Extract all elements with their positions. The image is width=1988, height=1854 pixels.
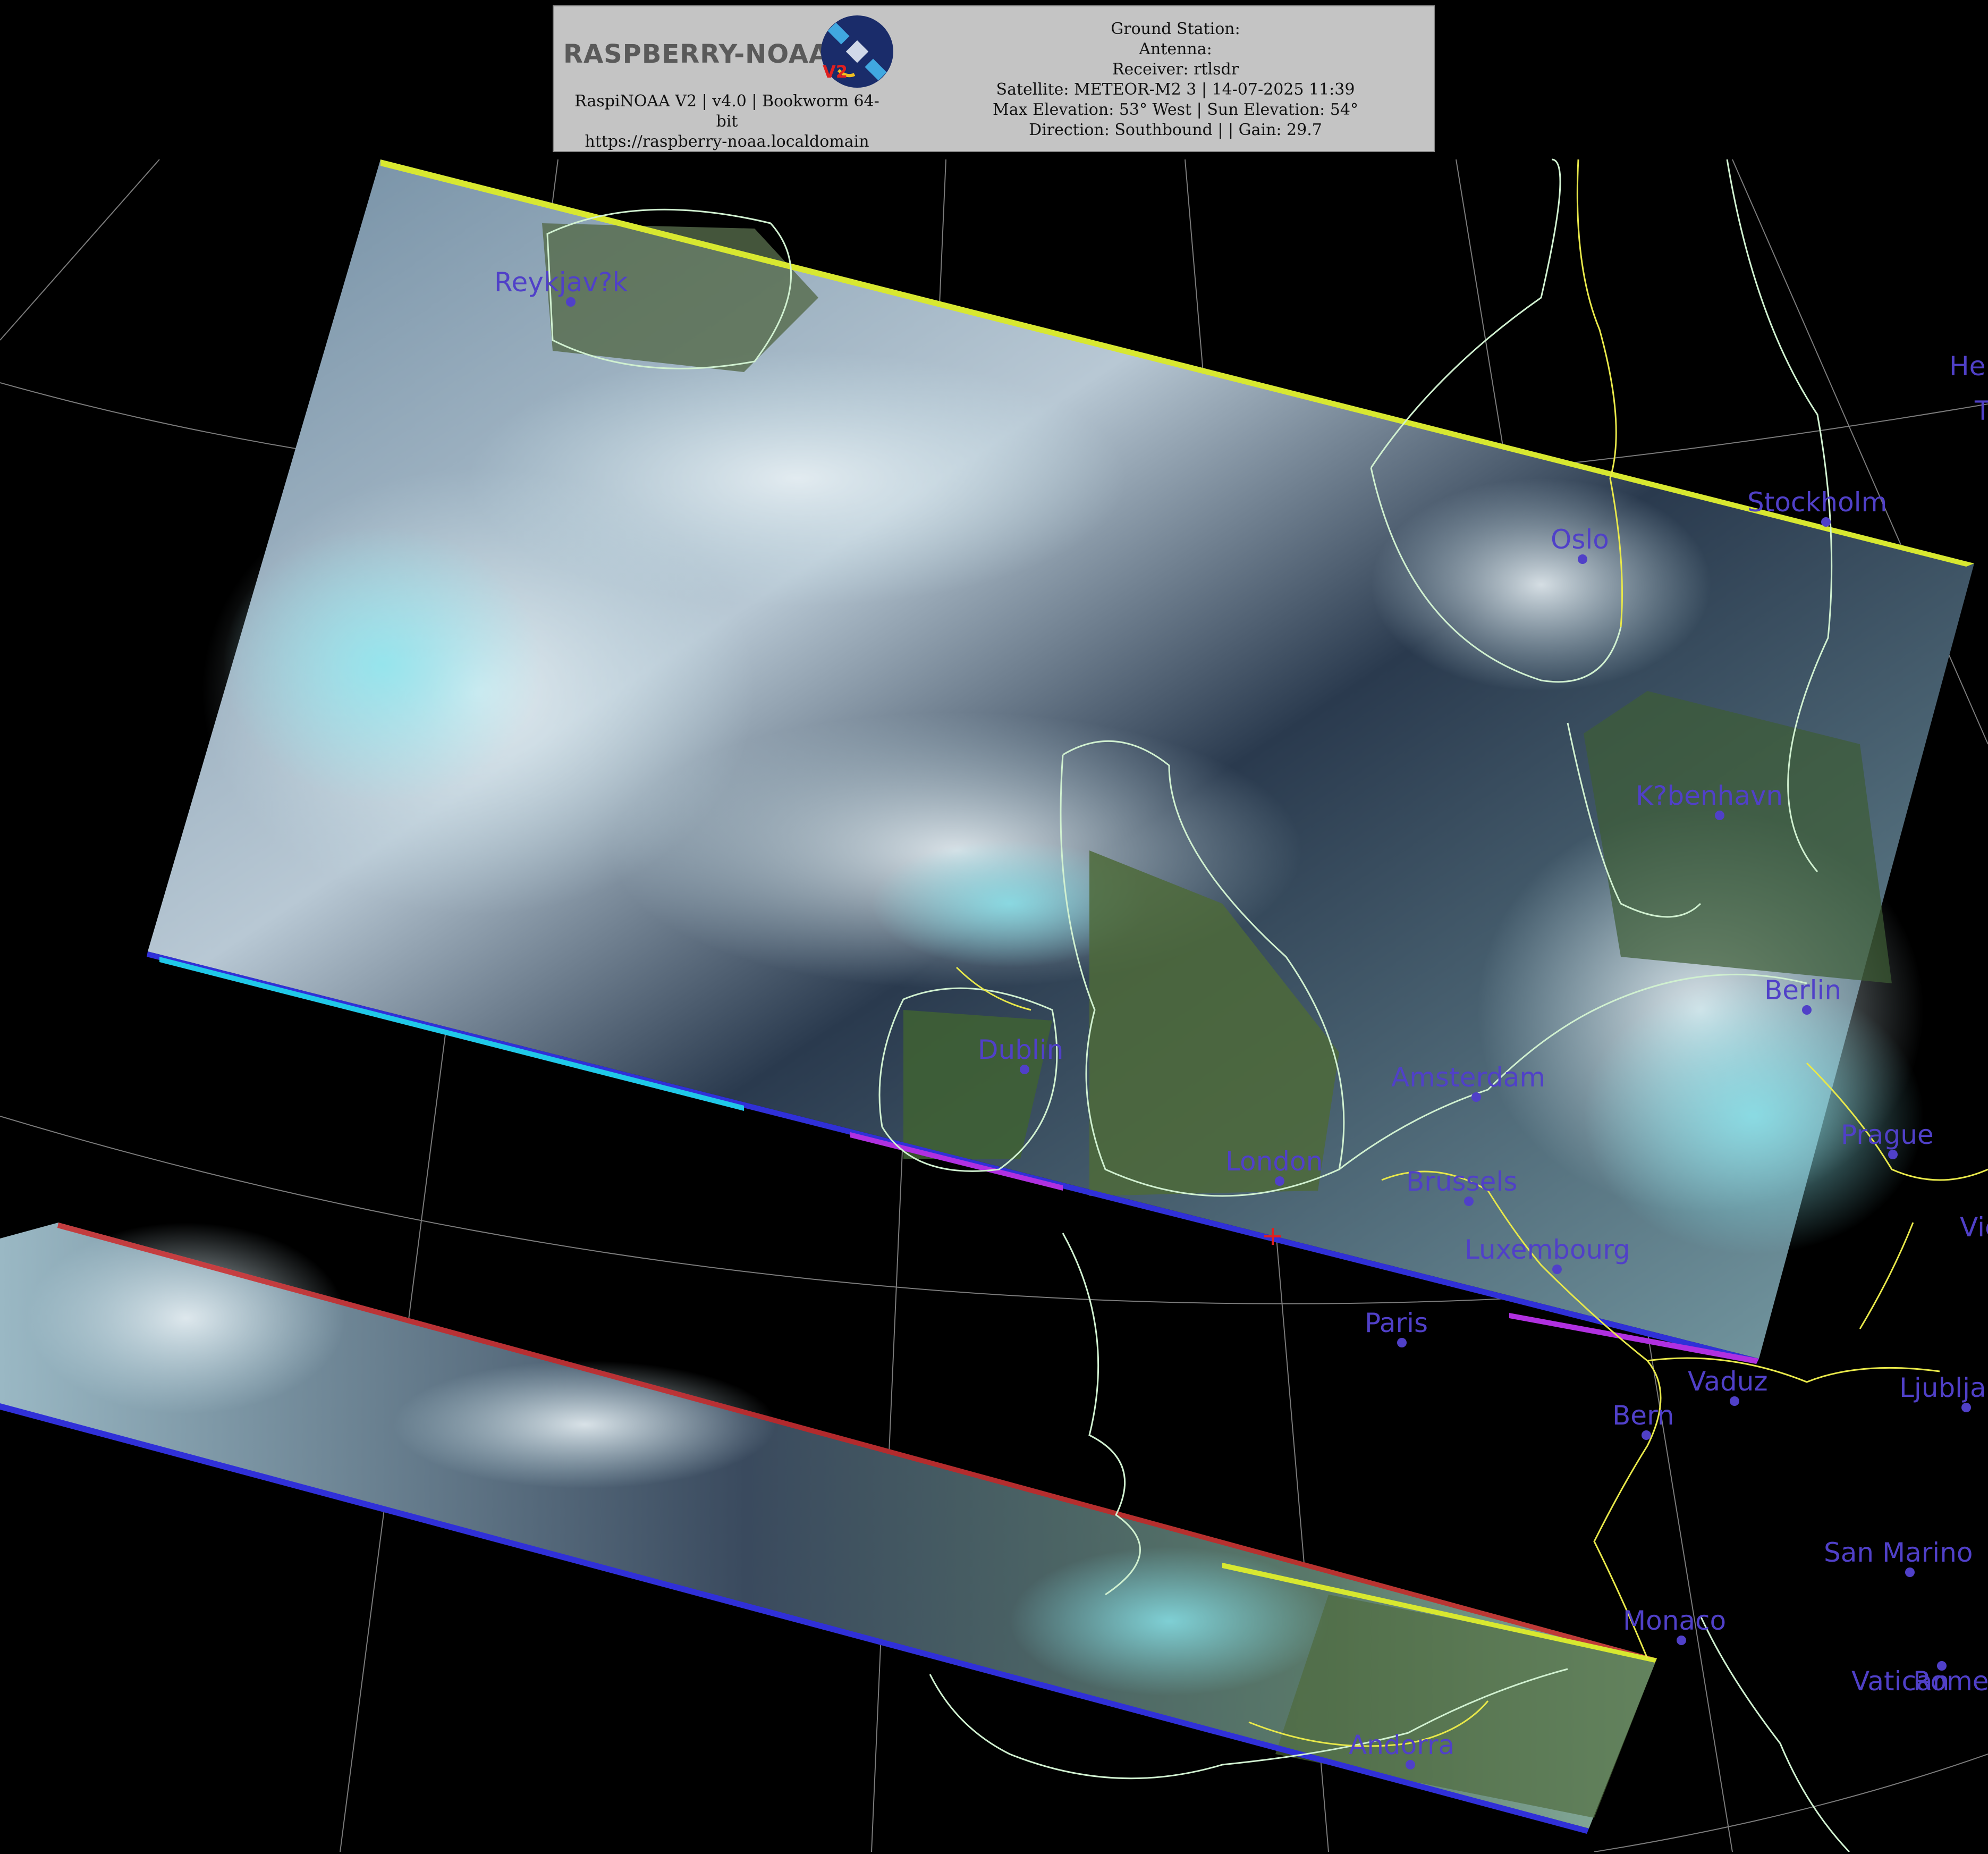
pass-info-panel: RASPBERRY-NOAA V2 RaspiNOAA V2 | v4.0 | … xyxy=(553,5,1435,152)
software-version-cont: bit xyxy=(716,112,738,131)
city-label: Helsinki xyxy=(1949,351,1988,382)
city-label: Luxembourg xyxy=(1465,1234,1630,1265)
pass-details: Ground Station: Antenna: Receiver: rtlsd… xyxy=(926,19,1425,140)
map-canvas: Reykjav?k Oslo Stockholm K?benhavn Berli… xyxy=(0,158,1988,1853)
city-tallinn: Tallinn xyxy=(1974,395,1988,426)
city-label: Andorra xyxy=(1349,1730,1454,1760)
city-label: San Marino xyxy=(1824,1537,1973,1568)
city-label: Tallinn xyxy=(1974,395,1988,426)
city-bern: Bern xyxy=(1612,1400,1674,1440)
city-label: Rome xyxy=(1913,1666,1988,1697)
city-label: Paris xyxy=(1365,1308,1428,1338)
city-paris: Paris xyxy=(1365,1308,1428,1347)
software-info: RaspiNOAA V2 | v4.0 | Bookworm 64- bit h… xyxy=(557,91,897,152)
city-label: Prague xyxy=(1841,1119,1934,1150)
satellite-label: Satellite: METEOR-M2 3 | 14-07-2025 11:3… xyxy=(996,80,1355,99)
receiver-label: Receiver: rtlsdr xyxy=(1112,60,1239,79)
logo-wordmark: RASPBERRY-NOAA xyxy=(563,39,830,69)
city-label: Ljubljana xyxy=(1899,1372,1988,1403)
city-label: Vaduz xyxy=(1688,1366,1768,1397)
city-label: Amsterdam xyxy=(1391,1062,1545,1093)
logo: RASPBERRY-NOAA V2 RaspiNOAA V2 | v4.0 | … xyxy=(557,9,897,152)
direction-label: Direction: Southbound | | Gain: 29.7 xyxy=(1029,121,1322,139)
city-label: Oslo xyxy=(1551,524,1609,555)
city-label: Bern xyxy=(1612,1400,1674,1431)
city-label: Dublin xyxy=(978,1034,1063,1065)
city-label: Monaco xyxy=(1623,1605,1726,1636)
city-vienna: Vienna xyxy=(1960,1212,1988,1243)
antenna-label: Antenna: xyxy=(1139,40,1212,58)
city-ljubljana: Ljubljana xyxy=(1899,1372,1988,1412)
city-label: Brussels xyxy=(1406,1166,1517,1197)
elevation-label: Max Elevation: 53° West | Sun Elevation:… xyxy=(993,100,1358,119)
city-label: Vienna xyxy=(1960,1212,1988,1243)
city-label: Reykjav?k xyxy=(494,267,628,298)
logo-badge: V2 xyxy=(823,62,848,82)
city-rome: Rome xyxy=(1913,1666,1988,1697)
city-vaduz: Vaduz xyxy=(1688,1366,1768,1406)
city-san-marino: San Marino xyxy=(1824,1537,1973,1577)
city-label: London xyxy=(1225,1146,1323,1177)
ground-station-label: Ground Station: xyxy=(1111,20,1240,38)
software-version: RaspiNOAA V2 | v4.0 | Bookworm 64- xyxy=(574,92,879,111)
city-label: K?benhavn xyxy=(1636,780,1783,811)
satellite-map: Reykjav?k Oslo Stockholm K?benhavn Berli… xyxy=(0,0,1988,1853)
city-label: Berlin xyxy=(1764,975,1841,1006)
satellite-swath-upper xyxy=(147,159,1974,1364)
city-helsinki: Helsinki xyxy=(1949,351,1988,382)
station-url: https://raspberry-noaa.localdomain xyxy=(585,132,869,151)
city-label: Stockholm xyxy=(1747,487,1887,518)
